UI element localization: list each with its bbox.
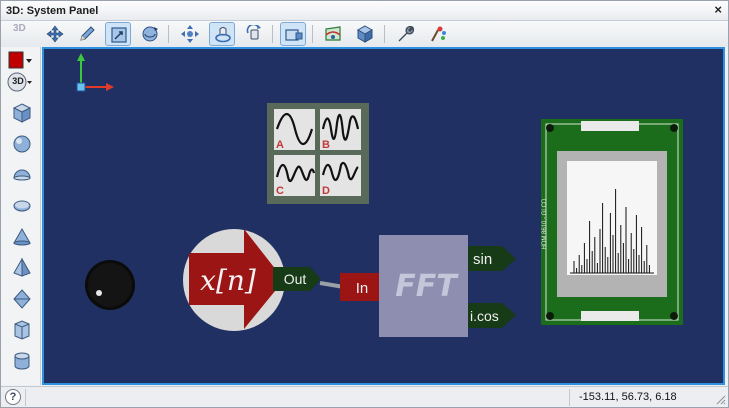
pencil-tool-button[interactable]	[74, 22, 100, 46]
close-icon[interactable]: ×	[714, 3, 722, 17]
in-port-label: In	[356, 280, 369, 297]
shape-button-sphere[interactable]	[9, 132, 35, 156]
toolbar-separator	[312, 25, 313, 43]
help-icon[interactable]: ?	[5, 389, 21, 405]
mesh-tool-button[interactable]	[320, 22, 346, 46]
color-picker-button[interactable]	[8, 49, 35, 73]
wrench-icon	[398, 25, 415, 42]
prism-icon	[14, 320, 30, 340]
pencil-icon	[80, 26, 95, 41]
window-title: 3D: System Panel	[6, 5, 99, 17]
toolbar-separator	[384, 25, 385, 43]
spin-icon	[246, 25, 261, 40]
toolbar-separator	[272, 25, 273, 43]
view-panel-tool-button[interactable]	[280, 22, 306, 46]
rotate-tool-button[interactable]	[137, 22, 163, 46]
disc-icon	[13, 200, 31, 212]
sphere-icon	[13, 135, 31, 153]
pan-arrows-icon	[181, 25, 199, 43]
system-panel-window: 3D: System Panel × 3D 3D x[n] Out In FFT…	[0, 0, 729, 408]
move-tool-button[interactable]	[42, 22, 68, 46]
out-port-label: Out	[284, 271, 307, 287]
shape-button-cube[interactable]	[9, 101, 35, 125]
shape-button-cylinder[interactable]	[9, 349, 35, 373]
pyramid-icon	[13, 258, 31, 277]
cylinder-icon	[14, 352, 30, 370]
spin-tool-button[interactable]	[241, 22, 267, 46]
axis-gizmo	[76, 53, 114, 92]
waveform-label-b: B	[322, 139, 330, 151]
panel-view-icon	[285, 29, 303, 41]
title-bar[interactable]: 3D: System Panel ×	[1, 1, 728, 21]
status-bar: ? -153.11, 56.73, 6.18	[1, 386, 728, 407]
sin-port-label: sin	[473, 251, 492, 268]
color-swatch-icon	[8, 51, 32, 69]
shape-button-prism[interactable]	[9, 318, 35, 342]
orbit-icon	[215, 27, 231, 43]
move-arrows-icon	[46, 25, 64, 43]
pan-tool-button[interactable]	[177, 22, 203, 46]
3d-viewport[interactable]: x[n] Out In FFT sin i.cos A B C D HDM 86…	[42, 47, 725, 385]
select-tool-button[interactable]	[105, 22, 131, 46]
wrench-tool-button[interactable]	[393, 22, 419, 46]
lcd-model-label: HDM 8610 - GLCD	[542, 198, 548, 249]
toolbar-separator	[168, 25, 169, 43]
cube-icon	[12, 103, 32, 123]
cube-view-tool-button[interactable]	[352, 22, 378, 46]
shape-button-pyramid[interactable]	[9, 256, 35, 280]
waveform-label-d: D	[322, 185, 330, 197]
3d-badge: 3D	[13, 23, 26, 34]
resize-grip-icon[interactable]	[716, 395, 726, 405]
waveform-label-a: A	[276, 139, 284, 151]
paint-tool-button[interactable]	[425, 22, 451, 46]
hemisphere-icon	[13, 169, 31, 181]
select-box-icon	[111, 27, 127, 43]
rotate-sphere-icon	[142, 26, 158, 42]
rotary-knob[interactable]	[85, 260, 135, 310]
mesh-icon	[325, 26, 341, 41]
cone-icon	[13, 227, 31, 246]
orbit-tool-button[interactable]	[209, 22, 235, 46]
cube-icon	[356, 25, 374, 43]
shape-button-hemisphere[interactable]	[9, 163, 35, 187]
cos-port-label: i.cos	[470, 308, 499, 324]
cursor-coordinates: -153.11, 56.73, 6.18	[579, 391, 677, 403]
sidebar-3d-label: 3D	[12, 76, 24, 86]
signal-label: x[n]	[200, 264, 256, 297]
status-divider	[569, 389, 570, 406]
toolbar: 3D	[1, 21, 728, 47]
octahedron-icon	[13, 289, 31, 309]
shape-button-disc[interactable]	[9, 194, 35, 218]
status-divider	[25, 389, 26, 406]
shape-button-octahedron[interactable]	[9, 287, 35, 311]
waveform-label-c: C	[276, 185, 284, 197]
shape-sidebar: 3D	[1, 47, 41, 385]
glcd-display-board[interactable]	[541, 119, 683, 325]
fft-label: FFT	[395, 269, 459, 304]
paint-icon	[431, 26, 446, 42]
scene-canvas: x[n] Out In FFT sin i.cos A B C D HDM 86…	[76, 53, 683, 337]
shape-button-cone[interactable]	[9, 225, 35, 249]
3d-mode-dropdown[interactable]: 3D	[7, 71, 35, 95]
